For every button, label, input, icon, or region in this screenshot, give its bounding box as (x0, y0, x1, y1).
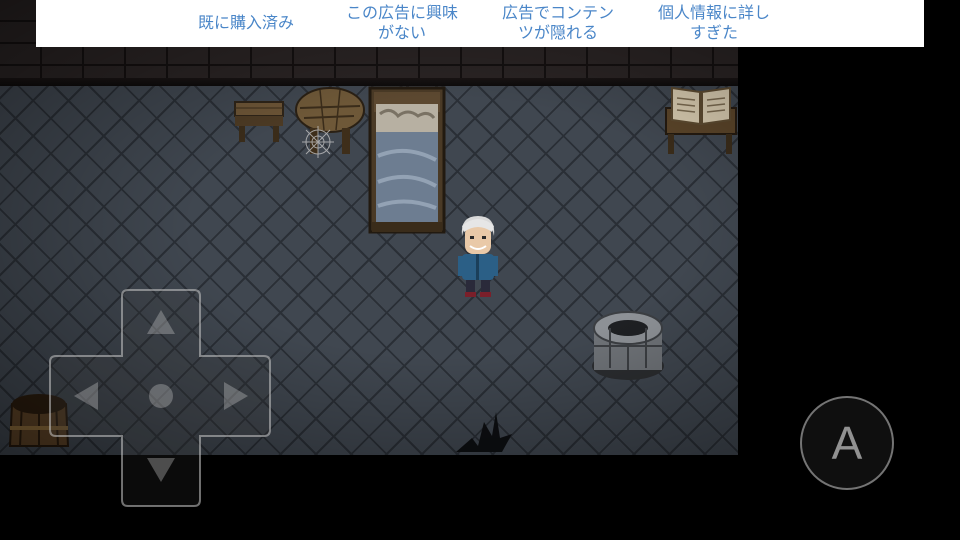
dpad-up-button[interactable] (122, 290, 200, 356)
ad-option-text-line2: がない (377, 23, 426, 42)
ad-option-text-line2: すぎた (689, 23, 738, 42)
dpad-center-dot (149, 384, 173, 408)
ad-option-not-interested[interactable]: この広告に興味 がない (332, 3, 472, 43)
ad-option-text-line2: ツが隠れる (517, 23, 598, 42)
stone-well (592, 311, 664, 380)
open-book-shelf (665, 86, 737, 154)
ad-feedback-banner: 既に購入済み この広告に興味 がない 広告でコンテン ツが隠れる 個人情報に詳し… (36, 0, 924, 47)
virtual-dpad (49, 289, 271, 507)
ad-option-text-line1: 個人情報に詳し (657, 3, 770, 22)
spider-web (302, 126, 334, 158)
ad-option-too-personal[interactable]: 個人情報に詳し すぎた (644, 3, 784, 43)
ad-option-text: 既に購入済み (197, 13, 294, 32)
ad-option-already-purchased[interactable]: 既に購入済み (186, 13, 306, 33)
ad-option-covers-content[interactable]: 広告でコンテン ツが隠れる (488, 3, 628, 43)
a-action-button[interactable]: A (800, 396, 894, 490)
a-button-label: A (831, 417, 863, 469)
bed (368, 86, 446, 234)
player-character-old-man (458, 216, 498, 297)
floor-crack (456, 412, 512, 452)
small-table (234, 101, 284, 142)
ad-option-text-line1: この広告に興味 (345, 3, 458, 22)
dpad-left-button[interactable] (50, 356, 122, 436)
ad-option-text-line1: 広告でコンテン (501, 3, 614, 22)
dpad-down-button[interactable] (122, 436, 200, 506)
dpad-right-button[interactable] (200, 356, 270, 436)
